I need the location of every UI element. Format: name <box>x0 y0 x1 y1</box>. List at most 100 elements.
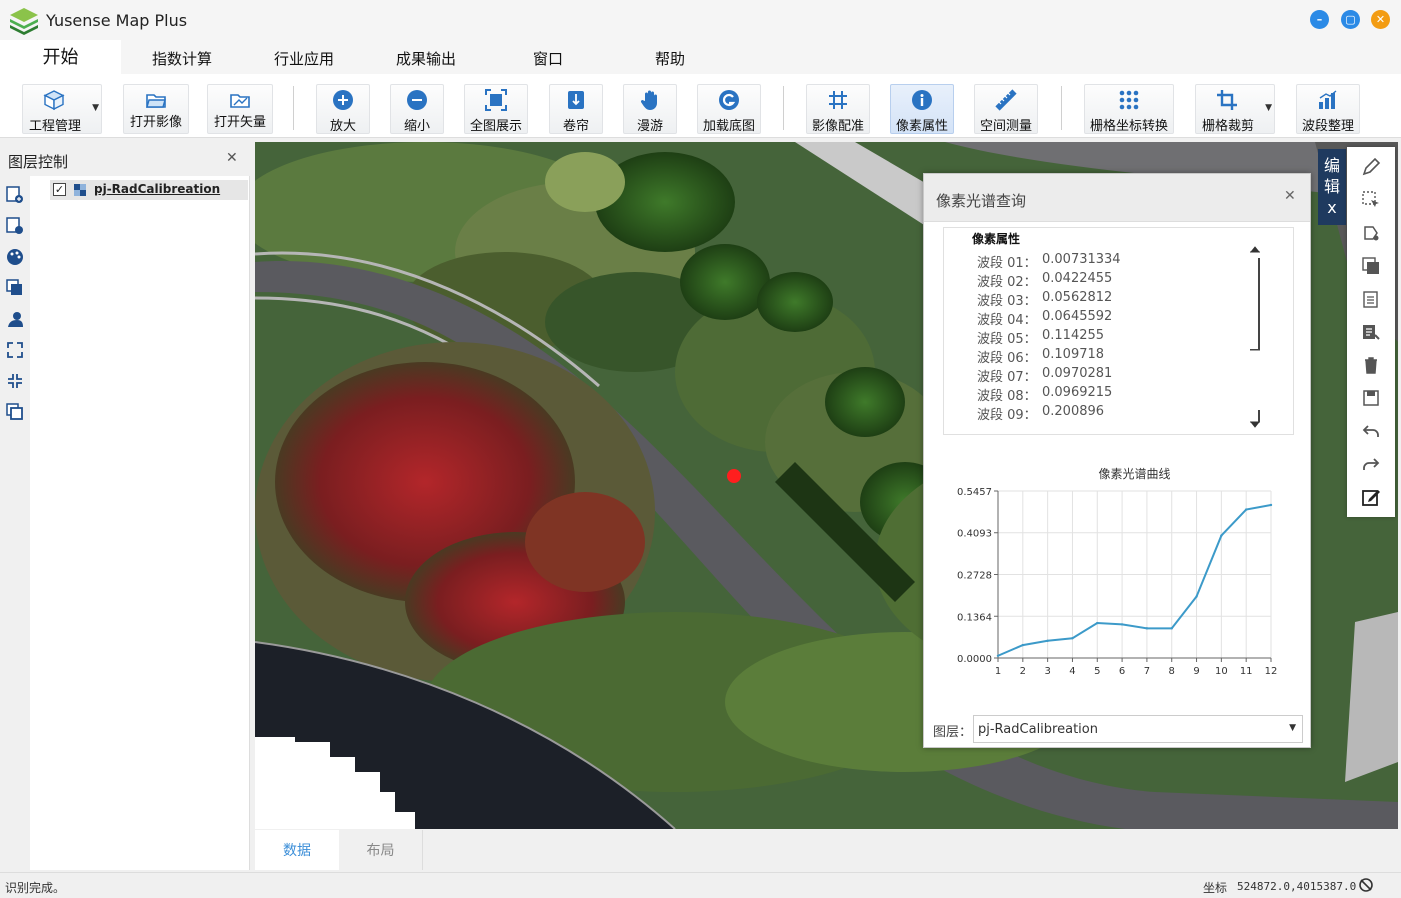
layer-visibility-checkbox[interactable]: ✓ <box>53 183 66 196</box>
pencil-icon[interactable] <box>1361 157 1381 177</box>
pixel-spectrum-dialog: 像素光谱查询 ✕ 像素属性 波段 01： 0.00731334 波段 02： 0.04… <box>923 173 1311 748</box>
trash-icon[interactable] <box>1361 355 1381 375</box>
layer-stack-icon[interactable] <box>6 403 24 421</box>
save-icon[interactable] <box>1361 388 1381 408</box>
full-extent-button[interactable]: 全图展示 <box>464 84 528 134</box>
band-row: 波段 02： 0.0422455 <box>977 271 1112 290</box>
shape-select-icon[interactable] <box>1361 223 1381 243</box>
y-tick-label: 0.4093 <box>957 529 992 540</box>
chevron-down-icon[interactable]: ▼ <box>1289 723 1296 733</box>
tab-output[interactable]: 成果输出 <box>380 40 472 74</box>
pixel-attr-button[interactable]: 像素属性 <box>890 84 954 134</box>
swipe-button[interactable]: 卷帘 <box>549 84 603 134</box>
spectrum-point <box>1096 621 1099 625</box>
redo-icon[interactable] <box>1361 454 1381 474</box>
band-value: 0.0970281 <box>1042 366 1113 381</box>
x-tick-label: 7 <box>1144 666 1150 677</box>
coord-label: 坐标 <box>1203 881 1228 895</box>
minimize-button[interactable]: – <box>1310 10 1329 29</box>
band-row: 波段 08： 0.0969215 <box>977 385 1112 404</box>
layer-tools-column <box>0 176 30 870</box>
close-button[interactable]: ✕ <box>1371 10 1390 29</box>
band-row: 波段 01： 0.00731334 <box>977 252 1121 271</box>
project-manage-button[interactable]: 工程管理 ▼ <box>22 84 102 134</box>
band-label: 波段 09： <box>977 408 1037 423</box>
open-image-button[interactable]: 打开影像 <box>123 84 189 134</box>
paste-icon[interactable] <box>1361 289 1381 309</box>
app-window: Yusense Map Plus – ▢ ✕ 开始 指数计算 行业应用 成果输出… <box>0 0 1401 898</box>
raster-coord-convert-button[interactable]: 栅格坐标转换 <box>1084 84 1174 134</box>
tab-layout[interactable]: 布局 <box>339 830 423 870</box>
layer-item[interactable]: ✓ pj-RadCalibreation <box>50 180 248 200</box>
band-organize-button[interactable]: 波段整理 <box>1296 84 1360 134</box>
cursor-mode-icon[interactable] <box>1358 877 1374 893</box>
x-tick-label: 4 <box>1069 666 1075 677</box>
zoom-in-button[interactable]: 放大 <box>316 84 370 134</box>
space-measure-button[interactable]: 空间测量 <box>974 84 1038 134</box>
tab-industry[interactable]: 行业应用 <box>258 40 350 74</box>
copy-icon[interactable] <box>1361 256 1381 276</box>
edit-tab-close[interactable]: x <box>1318 197 1346 218</box>
close-icon[interactable]: ✕ <box>226 150 238 166</box>
tab-help[interactable]: 帮助 <box>624 40 716 74</box>
copy-layer-icon[interactable] <box>6 279 24 297</box>
tab-data[interactable]: 数据 <box>255 830 339 870</box>
spectrum-point <box>996 654 1000 657</box>
attribute-edit-icon[interactable] <box>1361 322 1381 342</box>
collapse-icon[interactable] <box>6 372 24 390</box>
load-basemap-button[interactable]: 加载底图 <box>697 84 761 134</box>
bottom-tabs: 数据 布局 <box>255 830 1398 870</box>
band-value: 0.0645592 <box>1042 309 1113 324</box>
x-tick-label: 9 <box>1193 666 1199 677</box>
tab-index-calc[interactable]: 指数计算 <box>136 40 228 74</box>
image-register-button[interactable]: 影像配准 <box>806 84 870 134</box>
band-row: 波段 03： 0.0562812 <box>977 290 1112 309</box>
edit-tab-char: 编 <box>1323 156 1340 175</box>
x-tick-label: 11 <box>1240 666 1253 677</box>
band-value: 0.00731334 <box>1042 252 1121 267</box>
raster-crop-button[interactable]: 栅格裁剪 ▼ <box>1195 84 1275 134</box>
zoom-out-icon <box>407 90 427 110</box>
layer-settings-icon[interactable] <box>6 217 24 235</box>
open-vector-button[interactable]: 打开矢量 <box>207 84 273 134</box>
layer-user-icon[interactable] <box>6 310 24 328</box>
tab-start[interactable]: 开始 <box>0 40 121 74</box>
y-tick-label: 0.2728 <box>957 571 992 582</box>
toolbar-separator <box>783 86 784 130</box>
open-vector-label: 打开矢量 <box>213 115 266 130</box>
pixel-attr-list[interactable]: 像素属性 波段 01： 0.00731334 波段 02： 0.0422455 波段 0… <box>943 227 1294 435</box>
spectrum-point <box>1269 503 1273 507</box>
pan-button[interactable]: 漫游 <box>623 84 677 134</box>
zoom-in-label: 放大 <box>329 119 356 134</box>
dialog-header[interactable]: 像素光谱查询 ✕ <box>924 174 1310 222</box>
full-extent-icon <box>485 89 507 111</box>
add-layer-icon[interactable] <box>6 186 24 204</box>
spectrum-point <box>1046 639 1049 642</box>
zoom-in-icon <box>333 90 353 110</box>
crop-icon <box>1217 90 1237 110</box>
undo-icon[interactable] <box>1361 421 1381 441</box>
app-title: Yusense Map Plus <box>46 11 188 30</box>
chevron-down-icon[interactable]: ▼ <box>1265 103 1272 113</box>
maximize-button[interactable]: ▢ <box>1341 10 1360 29</box>
band-row: 波段 06： 0.109718 <box>977 347 1104 366</box>
chevron-down-icon[interactable]: ▼ <box>92 103 99 113</box>
full-extent-label: 全图展示 <box>469 119 522 134</box>
spectrum-point <box>1071 637 1074 640</box>
layer-name[interactable]: pj-RadCalibreation <box>94 182 220 196</box>
dialog-title: 像素光谱查询 <box>936 192 1027 210</box>
edit-panel-tab[interactable]: 编 辑 x <box>1318 149 1346 225</box>
select-icon[interactable] <box>1361 190 1381 210</box>
zoom-out-button[interactable]: 缩小 <box>390 84 444 134</box>
x-tick-label: 3 <box>1044 666 1050 677</box>
vertical-scrollbar[interactable] <box>1246 246 1264 428</box>
raster-crop-label: 栅格裁剪 <box>1201 119 1254 134</box>
spectrum-point <box>1170 627 1173 630</box>
status-message: 识别完成。 <box>5 881 66 895</box>
close-icon[interactable]: ✕ <box>1284 188 1296 204</box>
edit-attributes-icon[interactable] <box>1361 487 1381 507</box>
layer-select[interactable]: pj-RadCalibreation ▼ <box>973 715 1303 743</box>
tab-window[interactable]: 窗口 <box>502 40 594 74</box>
expand-icon[interactable] <box>6 341 24 359</box>
palette-icon[interactable] <box>6 248 24 266</box>
